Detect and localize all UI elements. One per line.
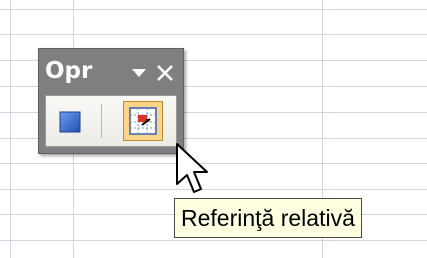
grid-row-line [0, 240, 427, 241]
relative-reference-button[interactable] [123, 101, 163, 141]
mouse-pointer-icon [176, 143, 208, 193]
toolbar-title: Opr [45, 58, 93, 84]
grid-row-line [0, 9, 427, 10]
toolbar-body [45, 95, 177, 147]
stop-recording-icon [59, 111, 81, 133]
grid-row-line [0, 189, 427, 190]
tooltip-text: Referinţă relativă [181, 205, 355, 231]
grid-row-line [0, 163, 427, 164]
stop-recording-button[interactable] [58, 110, 82, 134]
toolbar-titlebar[interactable]: Opr [39, 49, 183, 95]
stop-recording-toolbar[interactable]: Opr [38, 48, 184, 154]
toolbar-separator [101, 104, 102, 138]
grid-column-line [10, 0, 11, 258]
chevron-down-icon[interactable] [127, 61, 151, 85]
grid-row-line [0, 34, 427, 35]
tooltip: Referinţă relativă [174, 198, 362, 238]
close-icon[interactable] [153, 61, 177, 85]
relative-reference-icon [129, 107, 157, 135]
